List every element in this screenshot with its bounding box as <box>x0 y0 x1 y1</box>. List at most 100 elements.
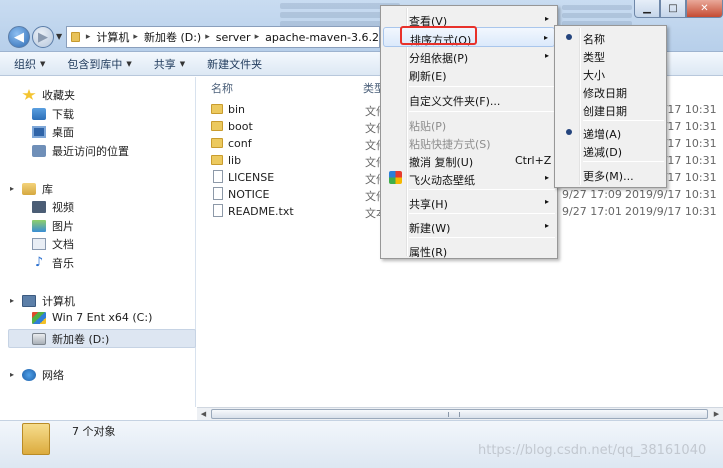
breadcrumb-drive-d[interactable]: 新加卷 (D:) <box>144 29 201 45</box>
new-folder-button[interactable]: 新建文件夹 <box>207 56 262 72</box>
breadcrumb-server[interactable]: server <box>216 31 251 44</box>
sidebar-network-label: 网络 <box>42 369 64 382</box>
sort-item-name[interactable]: 名称 <box>557 27 664 47</box>
sidebar-item-pictures[interactable]: 图片 <box>32 218 74 234</box>
sort-item-descending[interactable]: 递减(D) <box>557 140 664 160</box>
file-icon <box>213 204 223 217</box>
expand-arrow-icon[interactable]: ▸ <box>10 370 14 379</box>
menu-separator <box>409 111 555 112</box>
sidebar-item-documents[interactable]: 文档 <box>32 236 74 252</box>
menu-item-customize-folder[interactable]: 自定义文件夹(F)... <box>383 89 555 109</box>
sort-item-date-modified[interactable]: 修改日期 <box>557 81 664 101</box>
libraries-icon <box>22 183 36 195</box>
sidebar-item-label: Win 7 Ent x64 (C:) <box>52 311 153 324</box>
file-name: LICENSE <box>228 171 275 184</box>
scrollbar-thumb[interactable] <box>211 409 708 419</box>
music-note-icon: ♪ <box>34 255 44 270</box>
breadcrumb-apache-maven[interactable]: apache-maven-3.6.2 <box>265 31 379 44</box>
menu-item-label: 飞火动态壁纸 <box>409 174 475 187</box>
file-date-created: 2019/9/17 10:31 <box>625 205 717 218</box>
expand-arrow-icon[interactable]: ▸ <box>10 184 14 193</box>
file-date-modified: 9/27 17:01 <box>562 205 622 218</box>
dropdown-arrow-icon: ▼ <box>179 59 186 68</box>
sort-item-date-created[interactable]: 创建日期 <box>557 99 664 119</box>
menu-item-label: 更多(M)... <box>583 170 634 183</box>
menu-item-new[interactable]: 新建(W) ▸ <box>383 216 555 236</box>
drive-icon <box>32 333 46 345</box>
new-folder-label: 新建文件夹 <box>207 57 263 71</box>
sort-item-more[interactable]: 更多(M)... <box>557 164 664 184</box>
sidebar-item-videos[interactable]: 视频 <box>32 199 74 215</box>
sidebar-network[interactable]: 网络 <box>22 367 64 383</box>
sidebar-favorites[interactable]: 收藏夹 <box>22 87 75 103</box>
sidebar-item-drive-d[interactable]: 新加卷 (D:) <box>32 331 109 347</box>
menu-item-flyfire-wallpaper[interactable]: 飞火动态壁纸 ▸ <box>383 168 555 188</box>
window-controls: ▁ □ ✕ <box>634 0 723 20</box>
menu-item-share[interactable]: 共享(H) ▸ <box>383 192 555 212</box>
scroll-left-arrow-icon[interactable]: ◀ <box>197 409 210 420</box>
flyfire-app-icon <box>389 171 402 184</box>
sort-item-size[interactable]: 大小 <box>557 63 664 83</box>
breadcrumb-separator-icon[interactable]: ▸ <box>205 32 210 42</box>
back-button[interactable]: ◀ <box>8 26 30 48</box>
organize-button[interactable]: 组织 ▼ <box>14 56 45 72</box>
organize-label: 组织 <box>14 57 36 71</box>
breadcrumb-separator-icon[interactable]: ▸ <box>133 32 138 42</box>
recent-pages-dropdown[interactable]: ▼ <box>56 32 62 41</box>
desktop-icon <box>32 126 46 138</box>
menu-item-undo-copy[interactable]: 撤消 复制(U) Ctrl+Z <box>383 150 555 170</box>
documents-icon <box>32 238 46 250</box>
background-window-ghost-right <box>562 2 632 26</box>
folder-icon <box>71 32 80 42</box>
folder-icon <box>211 104 223 114</box>
minimize-button[interactable]: ▁ <box>634 0 660 18</box>
sidebar-libraries[interactable]: 库 <box>22 181 53 197</box>
horizontal-scrollbar[interactable]: ◀ ▶ <box>197 407 723 420</box>
forward-button[interactable]: ▶ <box>32 26 54 48</box>
menu-item-group-by[interactable]: 分组依据(P) ▸ <box>383 46 555 66</box>
sidebar-item-downloads[interactable]: 下载 <box>32 106 74 122</box>
scroll-right-arrow-icon[interactable]: ▶ <box>710 409 723 420</box>
sidebar-item-label: 最近访问的位置 <box>52 145 129 158</box>
watermark: https://blog.csdn.net/qq_38161040 <box>478 443 707 458</box>
menu-item-refresh[interactable]: 刷新(E) <box>383 64 555 84</box>
include-in-library-label: 包含到库中 <box>67 57 123 71</box>
file-date-modified: 9/27 17:09 <box>562 188 622 201</box>
sidebar-item-recent-places[interactable]: 最近访问的位置 <box>32 143 129 159</box>
file-name: boot <box>228 120 253 133</box>
dropdown-arrow-icon: ▼ <box>126 59 132 68</box>
close-button[interactable]: ✕ <box>686 0 723 18</box>
computer-icon <box>22 295 36 307</box>
menu-item-properties[interactable]: 属性(R) <box>383 240 555 260</box>
breadcrumb-separator-icon[interactable]: ▸ <box>86 32 91 42</box>
large-folder-icon <box>22 423 50 455</box>
dropdown-arrow-icon: ▼ <box>40 59 46 68</box>
sidebar-item-music[interactable]: ♪ 音乐 <box>32 255 74 271</box>
menu-item-paste-shortcut[interactable]: 粘贴快捷方式(S) <box>383 132 555 152</box>
share-button[interactable]: 共享 ▼ <box>154 56 185 72</box>
breadcrumb-computer[interactable]: 计算机 <box>96 29 129 45</box>
sidebar-item-label: 音乐 <box>52 257 74 270</box>
sort-item-ascending[interactable]: 递增(A) <box>557 122 664 142</box>
breadcrumb-separator-icon[interactable]: ▸ <box>255 32 260 42</box>
sidebar-item-desktop[interactable]: 桌面 <box>32 124 74 140</box>
menu-separator <box>409 86 555 87</box>
menu-item-paste[interactable]: 粘贴(P) <box>383 114 555 134</box>
star-icon <box>22 89 36 100</box>
address-bar[interactable]: ▸ 计算机 ▸ 新加卷 (D:) ▸ server ▸ apache-maven… <box>66 26 380 48</box>
file-icon <box>213 170 223 183</box>
maximize-button[interactable]: □ <box>660 0 686 18</box>
sidebar-item-drive-c[interactable]: Win 7 Ent x64 (C:) <box>32 311 152 324</box>
column-header-name[interactable]: 名称 <box>211 80 233 96</box>
include-in-library-button[interactable]: 包含到库中 ▼ <box>67 56 131 72</box>
file-name: conf <box>228 137 252 150</box>
expand-arrow-icon[interactable]: ▸ <box>10 296 14 305</box>
menu-item-label: 属性(R) <box>409 246 448 259</box>
file-name: NOTICE <box>228 188 270 201</box>
menu-separator <box>583 120 664 121</box>
sidebar-computer[interactable]: 计算机 <box>22 293 75 309</box>
menu-item-label: 自定义文件夹(F)... <box>409 95 501 108</box>
item-count: 7 个对象 <box>72 425 116 438</box>
sort-item-type[interactable]: 类型 <box>557 45 664 65</box>
radio-selected-icon <box>566 34 572 40</box>
